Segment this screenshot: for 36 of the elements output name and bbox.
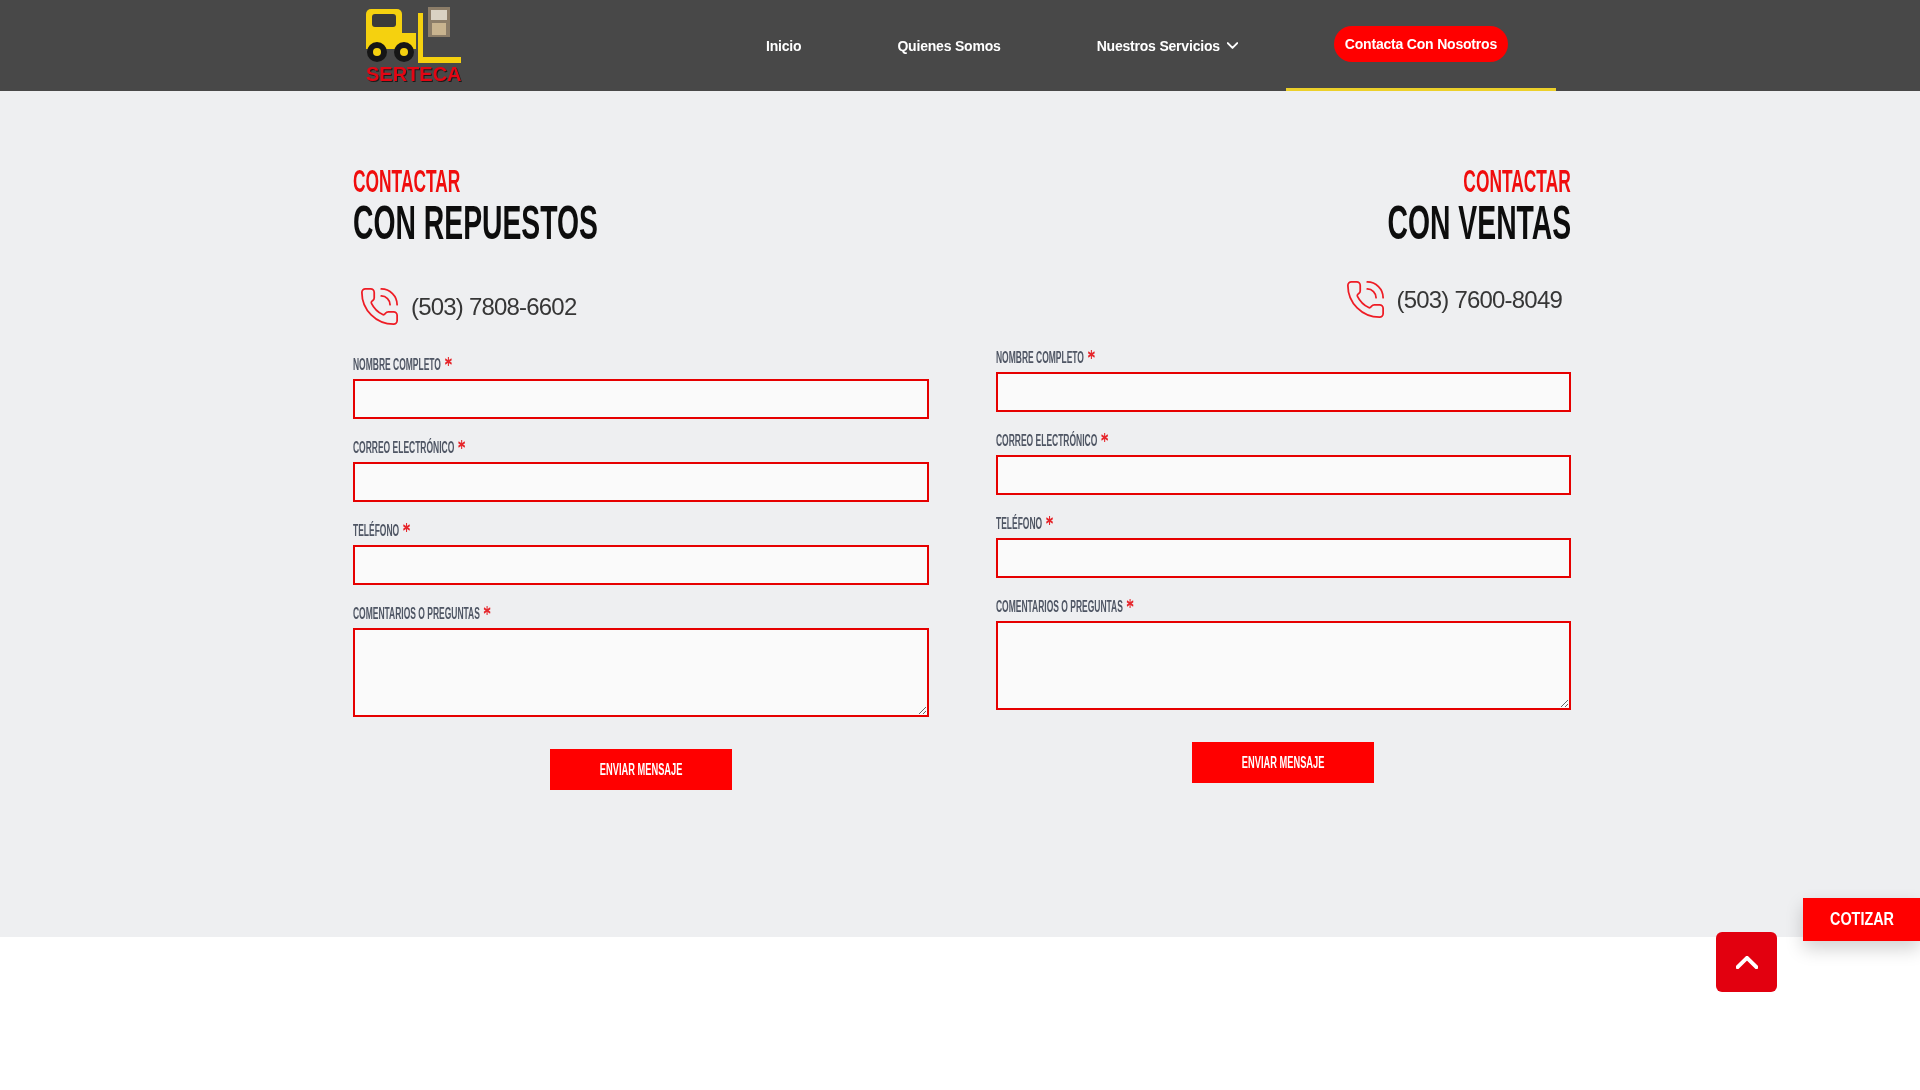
nav-link[interactable]: Quienes Somos (897, 35, 1001, 56)
field-label: COMENTARIOS O PREGUNTAS (995, 599, 1123, 615)
phone-number: (503) 7600-8049 (1396, 284, 1562, 315)
field-label: CORREO ELECTRÓNICO (353, 440, 455, 456)
scroll-top-button[interactable] (1716, 932, 1777, 992)
quote-button[interactable]: COTIZAR (1803, 898, 1920, 941)
input-field[interactable] (995, 455, 1571, 495)
field-label: NOMBRE COMPLETO (353, 357, 441, 373)
field-label: TELÉFONO (995, 516, 1042, 532)
chevron-down-icon (1226, 42, 1238, 49)
phone-icon (1346, 281, 1384, 318)
input-field[interactable] (995, 372, 1571, 412)
forklift-icon (366, 7, 462, 63)
phone-number: (503) 7808-6602 (411, 291, 577, 322)
input-field[interactable] (353, 379, 929, 419)
input-field[interactable] (995, 538, 1571, 578)
section-heading: CON VENTAS (1387, 199, 1571, 247)
submit-button[interactable]: ENVIAR MENSAJE (549, 749, 732, 790)
nav-link[interactable]: Inicio (766, 35, 802, 56)
input-field[interactable] (353, 462, 929, 502)
input-field[interactable] (353, 545, 929, 585)
field-label: NOMBRE COMPLETO (995, 350, 1084, 366)
section-eyebrow: CONTACTAR (353, 166, 461, 197)
section-heading: CON REPUESTOS (353, 199, 598, 247)
comment-field[interactable] (353, 628, 929, 717)
field-label: TELÉFONO (353, 523, 400, 539)
nav-link[interactable]: Nuestros Servicios (1096, 35, 1238, 56)
chevron-up-icon (1735, 955, 1758, 969)
logo-text: SERTECA (366, 64, 462, 84)
comment-field[interactable] (995, 621, 1571, 710)
contact-button[interactable]: Contacta Con Nosotros (1333, 26, 1508, 62)
section-eyebrow: CONTACTAR (1463, 166, 1571, 197)
submit-button[interactable]: ENVIAR MENSAJE (1192, 742, 1375, 783)
field-label: COMENTARIOS O PREGUNTAS (353, 606, 480, 622)
phone-icon (361, 288, 398, 325)
field-label: CORREO ELECTRÓNICO (995, 433, 1097, 449)
